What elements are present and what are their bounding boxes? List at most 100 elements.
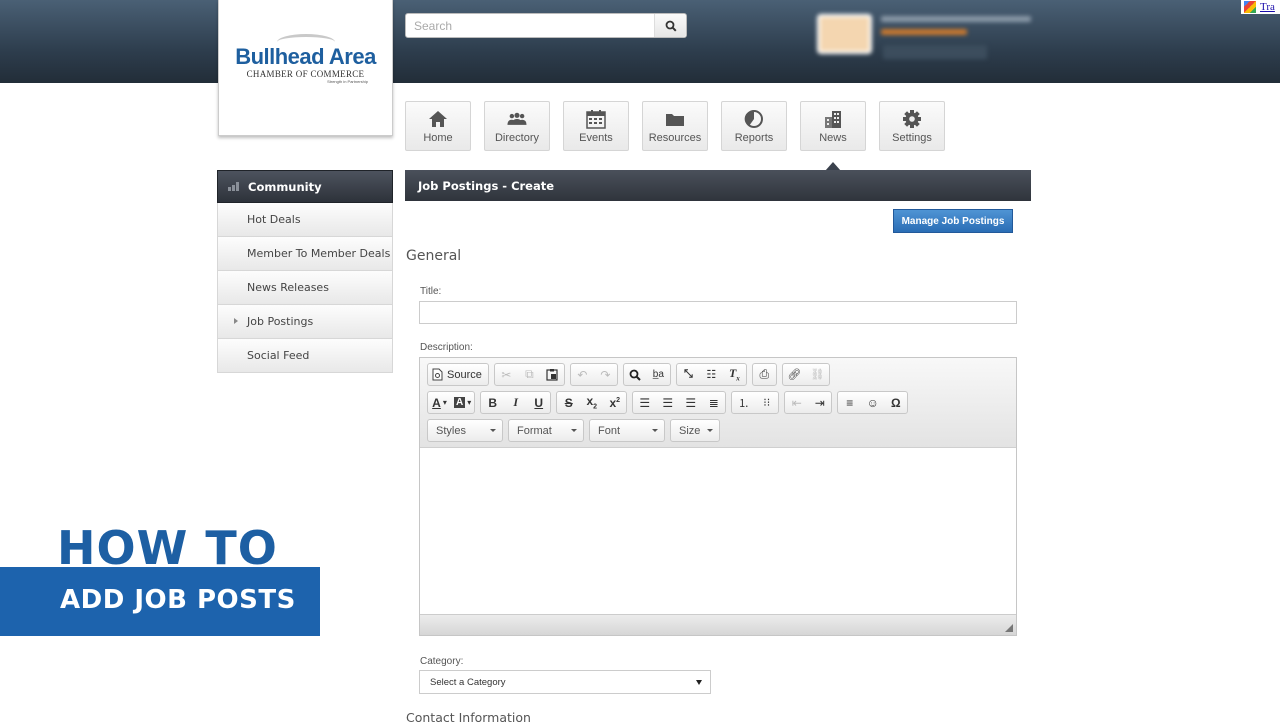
main-nav: Home Directory Events Resources Reports … [405, 101, 945, 171]
font-dropdown[interactable]: Font [589, 419, 665, 442]
bold-button[interactable]: B [481, 392, 504, 413]
cut-button[interactable]: ✂ [495, 364, 518, 385]
find-icon [629, 369, 642, 381]
nav-news-label: News [819, 131, 847, 144]
align-left-button[interactable]: ☰ [633, 392, 656, 413]
numbered-list-button[interactable]: ⒈ [732, 392, 755, 413]
google-translate-icon [1244, 1, 1256, 13]
size-dropdown[interactable]: Size [670, 419, 720, 442]
superscript-button[interactable]: x2 [603, 392, 626, 413]
user-avatar[interactable] [817, 14, 872, 54]
community-icon [228, 182, 240, 191]
nav-reports[interactable]: Reports [721, 101, 787, 151]
smiley-icon: ☺ [866, 395, 879, 410]
underline-button[interactable]: U [527, 392, 550, 413]
outdent-button[interactable]: ⇤ [785, 392, 808, 413]
manage-job-postings-button[interactable]: Manage Job Postings [893, 209, 1013, 233]
search-button[interactable] [654, 14, 686, 37]
sidebar-item-hot-deals[interactable]: Hot Deals [217, 203, 393, 237]
section-general-heading: General [406, 248, 462, 264]
redo-icon: ↷ [600, 367, 611, 382]
nav-reports-label: Reports [734, 131, 774, 144]
search-input[interactable] [406, 14, 654, 37]
chevron-down-icon [652, 429, 658, 432]
nav-directory-label: Directory [494, 131, 539, 144]
translate-link[interactable]: Tra [1260, 1, 1275, 13]
print-button[interactable]: ⎙ [753, 364, 776, 385]
sidebar-item-job-postings[interactable]: Job Postings [217, 305, 393, 339]
background-color-icon: A [454, 397, 466, 408]
copy-button[interactable]: ⧉ [518, 364, 541, 385]
link-button[interactable]: 🔗︎ [783, 364, 806, 385]
show-blocks-button[interactable]: ☷ [700, 364, 723, 385]
nav-resources[interactable]: Resources [642, 101, 708, 151]
text-color-icon: A [432, 395, 441, 410]
justify-button[interactable]: ≣ [702, 392, 725, 413]
search-bar [405, 13, 687, 38]
justify-icon: ≣ [708, 395, 719, 410]
indent-icon: ⇥ [814, 395, 825, 410]
background-color-button[interactable]: A ▾ [451, 392, 474, 413]
format-dropdown[interactable]: Format [508, 419, 584, 442]
resize-handle-icon[interactable] [1005, 624, 1013, 632]
align-right-button[interactable]: ☰ [679, 392, 702, 413]
horizontal-rule-button[interactable]: ≡ [838, 392, 861, 413]
align-center-icon: ☰ [662, 395, 674, 410]
title-label: Title: [420, 286, 442, 297]
find-button[interactable] [624, 364, 647, 385]
italic-icon: I [513, 395, 519, 409]
translate-widget[interactable]: Tra [1241, 0, 1280, 14]
nav-settings[interactable]: Settings [879, 101, 945, 151]
styles-dropdown[interactable]: Styles [427, 419, 503, 442]
copy-icon: ⧉ [525, 367, 534, 381]
indent-button[interactable]: ⇥ [808, 392, 831, 413]
special-char-button[interactable]: Ω [884, 392, 907, 413]
sidebar-item-news-releases[interactable]: News Releases [217, 271, 393, 305]
undo-button[interactable]: ↶ [571, 364, 594, 385]
category-selected-value: Select a Category [430, 676, 506, 688]
chevron-down-icon [571, 429, 577, 432]
unlink-button[interactable]: ⛓ [806, 364, 829, 385]
paste-button[interactable] [541, 364, 564, 385]
gear-icon [903, 109, 921, 128]
account-settings-dropdown[interactable] [883, 45, 987, 59]
align-center-button[interactable]: ☰ [656, 392, 679, 413]
title-input[interactable] [419, 301, 1017, 324]
editor-content-area[interactable] [420, 448, 1016, 614]
chamber-logo[interactable]: Bullhead Area CHAMBER OF COMMERCE Streng… [218, 0, 393, 136]
sidebar-item-label: Member To Member Deals [247, 247, 391, 260]
user-account-panel[interactable] [815, 12, 1055, 64]
align-right-icon: ☰ [685, 395, 697, 410]
maximize-button[interactable]: ⤡ [677, 364, 700, 385]
redo-button[interactable]: ↷ [594, 364, 617, 385]
bulleted-list-button[interactable]: ⁝⁝ [755, 392, 778, 413]
emoji-button[interactable]: ☺ [861, 392, 884, 413]
link-icon: 🔗︎ [787, 369, 802, 381]
search-icon [665, 20, 677, 32]
superscript-icon: x2 [609, 395, 621, 410]
sidebar-item-member-deals[interactable]: Member To Member Deals [217, 237, 393, 271]
dropdown-arrow-icon [696, 679, 702, 685]
editor-toolbar: Source ✂ ⧉ ↶ ↷ b̲a ⤡ ☷ Tx ⎙ 🔗︎ ⛓ A ▾ A ▾… [420, 358, 1016, 448]
subscript-icon: x2 [586, 394, 598, 411]
nav-home[interactable]: Home [405, 101, 471, 151]
category-select[interactable]: Select a Category [419, 670, 711, 694]
sidebar-title: Community [248, 179, 322, 194]
nav-news[interactable]: News [800, 101, 866, 171]
strikethrough-button[interactable]: S [557, 392, 580, 413]
subscript-button[interactable]: x2 [580, 392, 603, 413]
source-button[interactable]: Source [428, 364, 488, 385]
nav-directory[interactable]: Directory [484, 101, 550, 151]
nav-events[interactable]: Events [563, 101, 629, 151]
sidebar-item-social-feed[interactable]: Social Feed [217, 339, 393, 373]
calendar-icon [586, 109, 606, 129]
cut-icon: ✂ [501, 367, 512, 382]
text-color-button[interactable]: A ▾ [428, 392, 451, 413]
show-blocks-icon: ☷ [706, 369, 717, 381]
user-organization-link[interactable] [881, 29, 967, 35]
replace-icon: b̲a [652, 369, 664, 380]
italic-button[interactable]: I [504, 392, 527, 413]
remove-format-button[interactable]: Tx [723, 364, 746, 385]
replace-button[interactable]: b̲a [647, 364, 670, 385]
sidebar-item-label: Social Feed [247, 349, 310, 362]
